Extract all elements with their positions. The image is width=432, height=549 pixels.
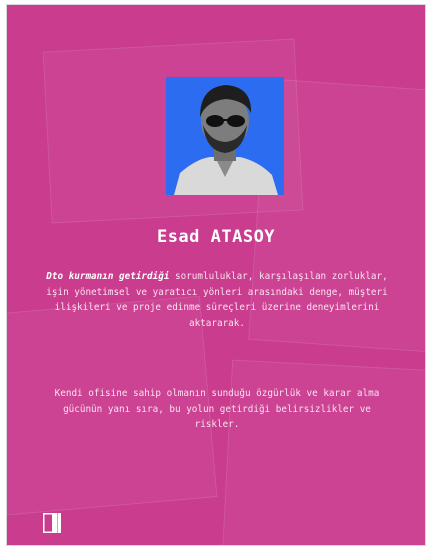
brand-logo-icon	[42, 512, 61, 534]
bio-highlight: Dto kurmanın getirdiği	[46, 271, 170, 282]
profile-name: Esad ATASOY	[156, 227, 276, 247]
profile-card: Esad ATASOY Dto kurmanın getirdiği sorum…	[6, 4, 426, 546]
profile-photo	[166, 77, 284, 195]
portrait-photo-icon	[166, 77, 284, 195]
bio-paragraph-1: Dto kurmanın getirdiği sorumluluklar, ka…	[41, 269, 393, 331]
bio-paragraph-2: Kendi ofisine sahip olmanın sunduğu özgü…	[54, 388, 380, 430]
